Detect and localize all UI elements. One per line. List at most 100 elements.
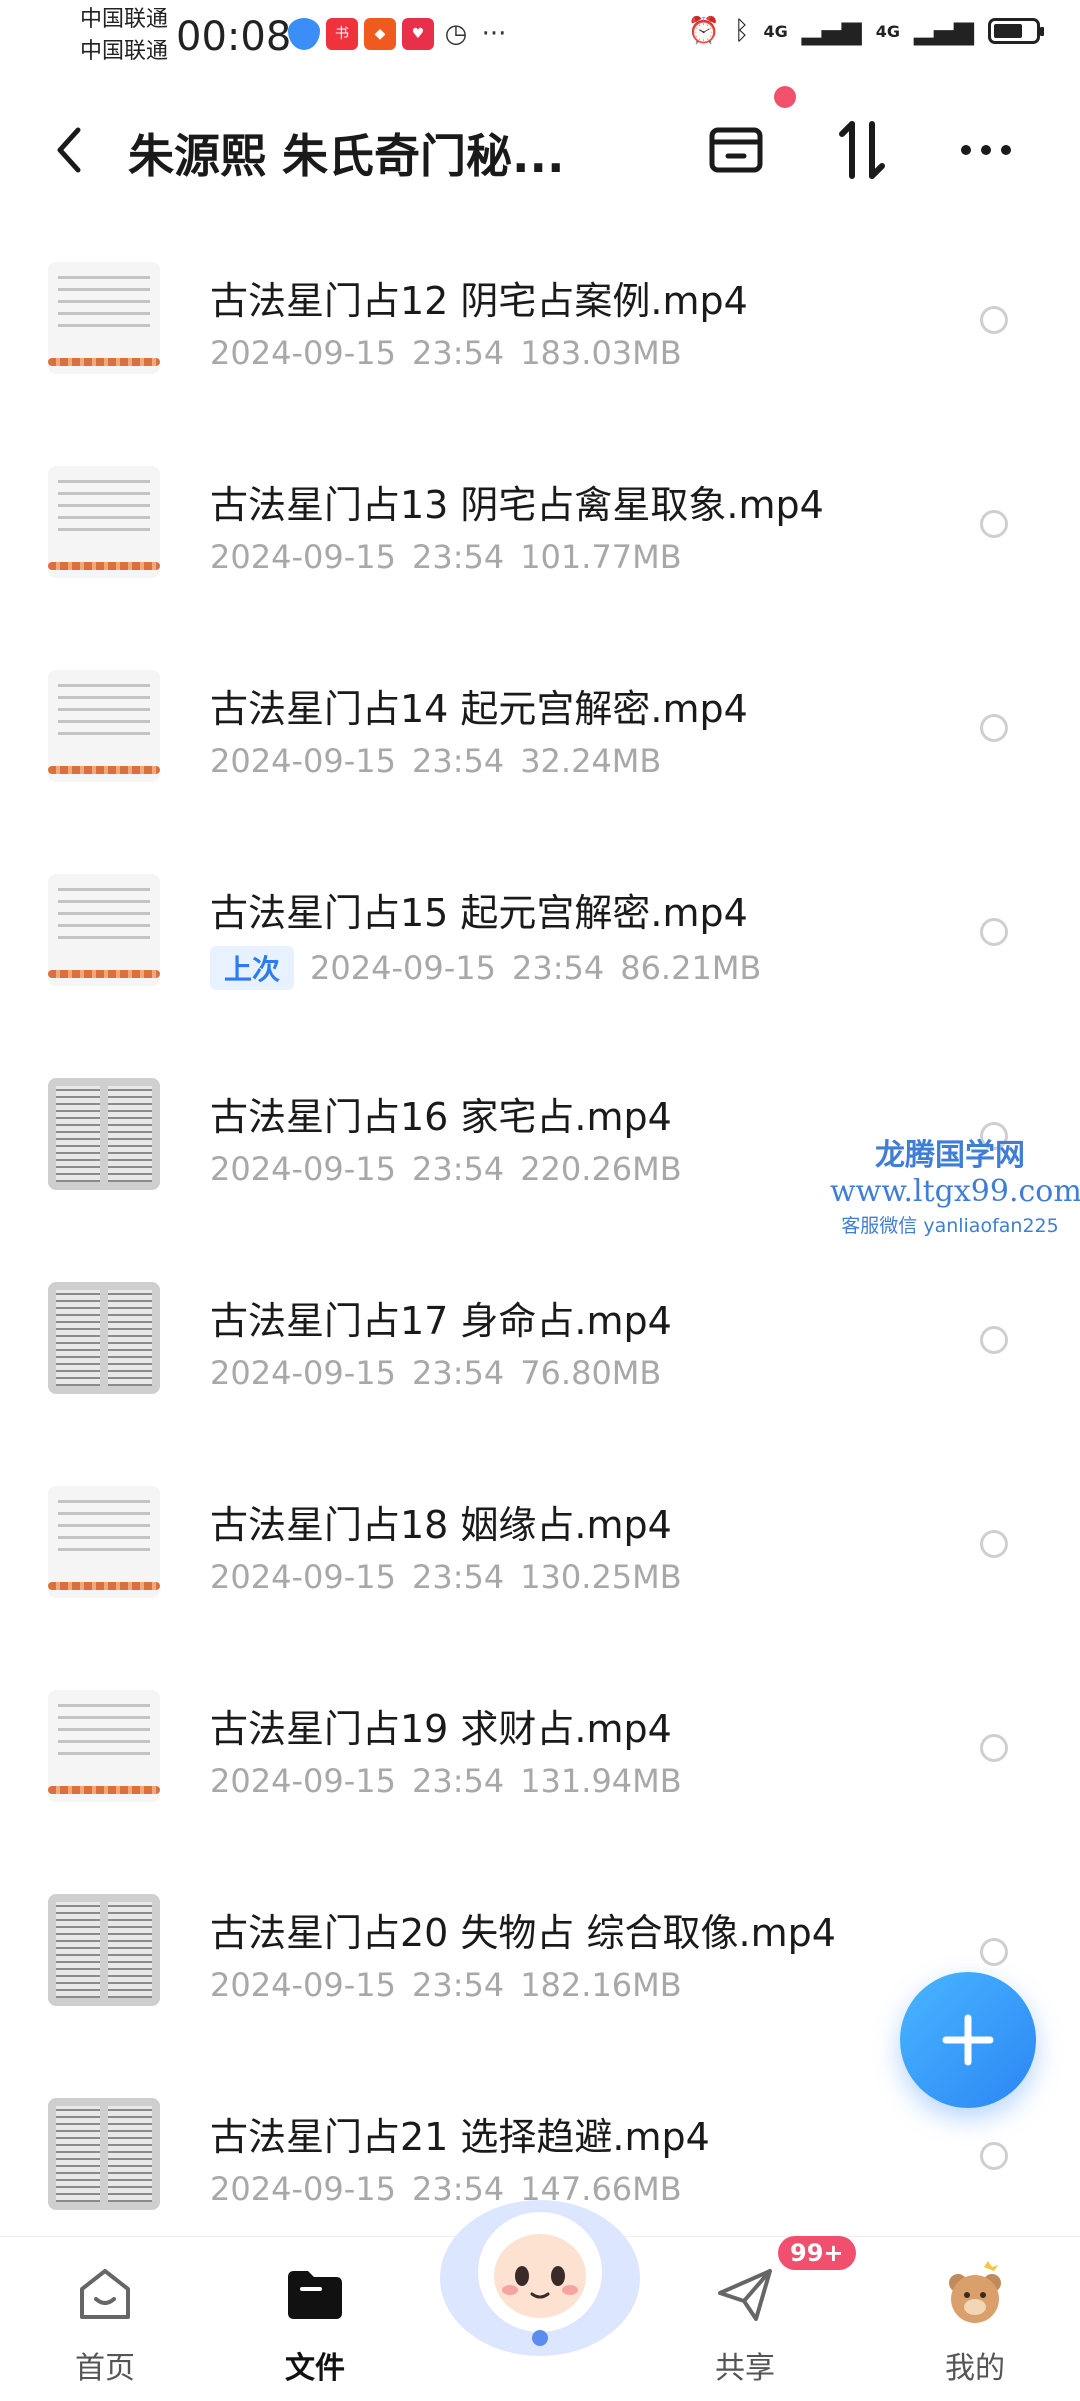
video-thumbnail [48, 1690, 160, 1802]
watermark-contact: 客服微信 yanliaofan225 [841, 1215, 1059, 1237]
file-name: 古法星门占12 阴宅占案例.mp4 [210, 279, 748, 323]
file-name: 古法星门占13 阴宅占禽星取象.mp4 [210, 483, 824, 527]
file-row[interactable]: 古法星门占18 姻缘占.mp4 2024-09-15 23:54 130.25MB [0, 1454, 1080, 1658]
select-radio[interactable] [980, 1530, 1008, 1558]
file-name: 古法星门占19 求财占.mp4 [210, 1707, 672, 1751]
folder-icon [288, 2271, 342, 2319]
select-radio[interactable] [980, 1734, 1008, 1762]
nav-home-label: 首页 [75, 2351, 135, 2386]
video-thumbnail [48, 262, 160, 374]
bluetooth-icon: ᛒ [733, 16, 750, 46]
file-size: 32.24MB [520, 742, 662, 780]
nav-files-label: 文件 [285, 2351, 345, 2386]
file-size: 182.16MB [520, 1966, 682, 2004]
notification-dot [774, 86, 796, 108]
file-date: 2024-09-15 [210, 1966, 396, 2004]
page-title: 朱源熙 朱氏奇门秘... [128, 129, 565, 183]
plus-icon [942, 2014, 994, 2066]
file-time: 23:54 [411, 334, 505, 372]
video-thumbnail [48, 466, 160, 578]
file-time: 23:54 [411, 1966, 505, 2004]
video-thumbnail [48, 2098, 160, 2210]
select-radio[interactable] [980, 510, 1008, 538]
status-clock: 00:08 [176, 14, 292, 60]
header: 朱源熙 朱氏奇门秘... [0, 100, 1080, 200]
file-meta: 2024-09-15 23:54 220.26MB [210, 1150, 682, 1188]
file-time: 23:54 [411, 742, 505, 780]
file-meta: 2024-09-15 23:54 131.94MB [210, 1762, 682, 1800]
file-date: 2024-09-15 [210, 742, 396, 780]
alarm-icon: ◷ [444, 19, 468, 49]
sort-icon[interactable] [826, 114, 898, 186]
mascot-ai-button[interactable] [430, 2168, 650, 2358]
video-thumbnail [48, 670, 160, 782]
nav-home[interactable]: 首页 [30, 2259, 180, 2387]
file-row[interactable]: 古法星门占15 起元宫解密.mp4 上次 2024-09-15 23:54 86.21M… [0, 842, 1080, 1046]
file-time: 23:54 [411, 538, 505, 576]
signal-1-icon: ▂▄▆ [801, 16, 862, 46]
video-thumbnail [48, 874, 160, 986]
more-icon[interactable] [950, 114, 1022, 186]
file-name: 古法星门占14 起元宫解密.mp4 [210, 687, 748, 731]
alarm-clock-icon: ⏰ [687, 16, 720, 46]
bear-avatar-icon [949, 2261, 1001, 2323]
file-meta: 2024-09-15 23:54 182.16MB [210, 1966, 682, 2004]
watermark: 龙腾国学网 www.ltgx99.com 客服微信 yanliaofan225 [830, 1130, 1080, 1238]
file-meta: 上次 2024-09-15 23:54 86.21MB [210, 946, 761, 990]
watermark-url: www.ltgx99.com [830, 1174, 1080, 1209]
file-time: 23:54 [511, 949, 605, 987]
file-size: 220.26MB [520, 1150, 682, 1188]
file-date: 2024-09-15 [210, 2170, 396, 2208]
nav-mine[interactable]: 我的 [900, 2259, 1050, 2387]
file-size: 131.94MB [520, 1762, 682, 1800]
add-button[interactable] [900, 1972, 1036, 2108]
file-row[interactable]: 古法星门占19 求财占.mp4 2024-09-15 23:54 131.94MB [0, 1658, 1080, 1862]
file-size: 130.25MB [520, 1558, 682, 1596]
nav-mine-label: 我的 [945, 2351, 1005, 2386]
nav-files[interactable]: 文件 [240, 2259, 390, 2387]
signal-2-icon: ▂▄▆ [914, 16, 974, 46]
file-size: 76.80MB [520, 1354, 662, 1392]
chevron-left-icon[interactable] [50, 122, 90, 178]
select-radio[interactable] [980, 1326, 1008, 1354]
file-time: 23:54 [411, 1762, 505, 1800]
nav-share[interactable]: 共享 [670, 2259, 820, 2387]
file-row[interactable]: 古法星门占17 身命占.mp4 2024-09-15 23:54 76.80MB [0, 1250, 1080, 1454]
file-row[interactable]: 古法星门占14 起元宫解密.mp4 2024-09-15 23:54 32.24MB [0, 638, 1080, 842]
select-radio[interactable] [980, 306, 1008, 334]
select-all-icon[interactable] [700, 114, 772, 186]
file-row[interactable]: 古法星门占13 阴宅占禽星取象.mp4 2024-09-15 23:54 101.77… [0, 434, 1080, 638]
file-date: 2024-09-15 [210, 334, 396, 372]
file-meta: 2024-09-15 23:54 130.25MB [210, 1558, 682, 1596]
file-size: 86.21MB [620, 949, 762, 987]
paper-plane-icon [718, 2269, 772, 2321]
file-date: 2024-09-15 [210, 1558, 396, 1596]
file-name: 古法星门占17 身命占.mp4 [210, 1299, 672, 1343]
file-size: 101.77MB [520, 538, 682, 576]
app-icon: ◆ [364, 18, 396, 50]
select-radio[interactable] [980, 714, 1008, 742]
file-meta: 2024-09-15 23:54 32.24MB [210, 742, 661, 780]
video-thumbnail [48, 1078, 160, 1190]
select-radio[interactable] [980, 918, 1008, 946]
file-date: 2024-09-15 [210, 1354, 396, 1392]
video-thumbnail [48, 1894, 160, 2006]
file-row[interactable]: 古法星门占12 阴宅占案例.mp4 2024-09-15 23:54 183.03MB [0, 230, 1080, 434]
video-thumbnail [48, 1486, 160, 1598]
select-radio[interactable] [980, 2142, 1008, 2170]
carrier-1: 中国联通 [80, 7, 169, 32]
file-time: 23:54 [411, 1150, 505, 1188]
home-icon [80, 2269, 130, 2319]
status-right: ⏰ ᛒ 4G ▂▄▆ 4G ▂▄▆ [687, 16, 1044, 46]
file-name: 古法星门占20 失物占 综合取像.mp4 [210, 1911, 836, 1955]
select-radio[interactable] [980, 1938, 1008, 1966]
battery-fill [994, 24, 1022, 38]
watermark-site-name: 龙腾国学网 [875, 1138, 1025, 1173]
file-meta: 2024-09-15 23:54 101.77MB [210, 538, 682, 576]
file-name: 古法星门占15 起元宫解密.mp4 [210, 891, 748, 935]
signal-2-label: 4G [875, 21, 900, 41]
file-date: 2024-09-15 [210, 1150, 396, 1188]
nav-share-label: 共享 [715, 2351, 775, 2386]
file-meta: 2024-09-15 23:54 183.03MB [210, 334, 682, 372]
carrier-2: 中国联通 [80, 39, 169, 64]
